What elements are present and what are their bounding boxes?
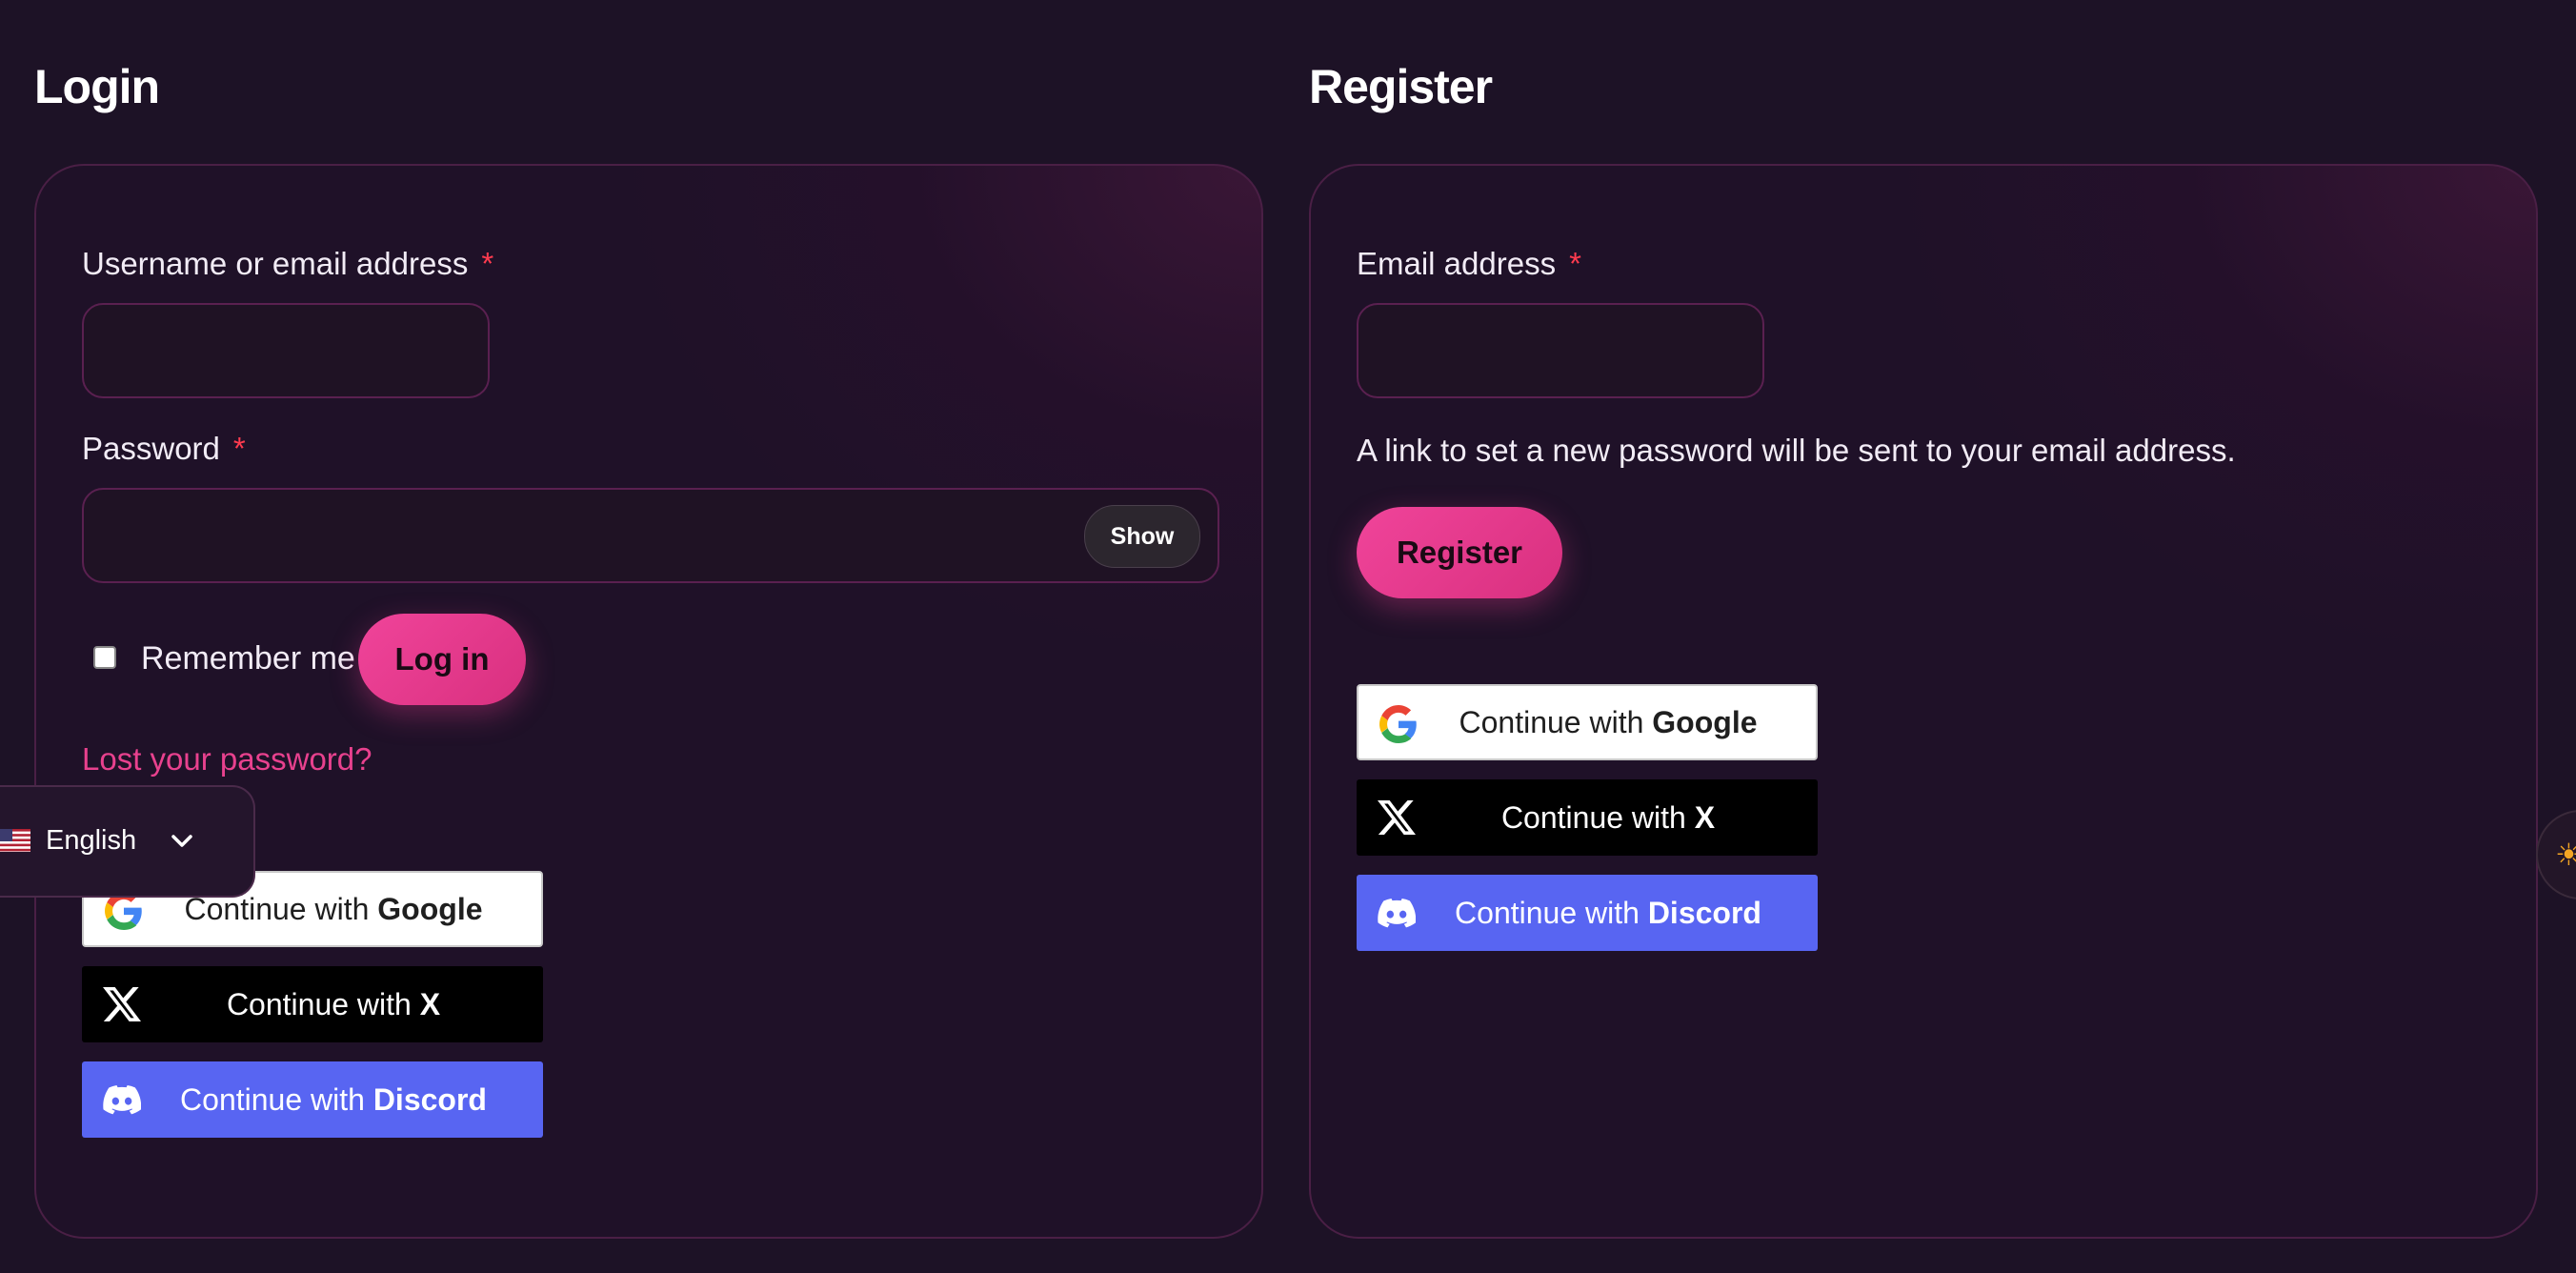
username-label: Username or email address * [82,246,493,282]
discord-button-label: Continue with Discord [1357,896,1818,931]
email-label-text: Email address [1357,246,1557,281]
continue-with-text: Continue with [226,986,412,1021]
lost-password-link[interactable]: Lost your password? [82,741,372,778]
remember-me-label[interactable]: Remember me [141,640,355,677]
language-label: English [46,825,137,856]
register-button[interactable]: Register [1357,507,1562,598]
show-password-button[interactable]: Show [1084,505,1200,568]
login-button[interactable]: Log in [358,614,526,705]
discord-icon [103,1085,141,1115]
username-input[interactable] [82,303,490,398]
x-button-label: Continue with X [1357,800,1818,836]
google-text: Google [1652,704,1758,739]
google-text: Google [377,891,483,926]
discord-text: Discord [372,1081,487,1117]
x-icon [1378,800,1416,835]
continue-with-text: Continue with [1500,799,1686,835]
theme-toggle-button[interactable]: ☀ [2536,810,2576,899]
continue-with-text: Continue with [1459,704,1644,739]
x-register-button[interactable]: Continue with X [1357,779,1818,856]
required-mark: * [481,246,494,281]
username-label-text: Username or email address [82,246,469,281]
discord-login-button[interactable]: Continue with Discord [82,1061,543,1138]
register-heading: Register [1309,60,1493,113]
login-card: Username or email address * Password * Sho… [34,164,1263,1239]
password-label-text: Password [82,431,220,466]
google-button-label: Continue with Google [1358,705,1816,740]
required-mark: * [232,431,246,466]
google-icon [1379,705,1417,743]
x-icon [103,987,141,1021]
login-heading: Login [34,60,160,113]
x-text: X [1694,799,1716,835]
discord-button-label: Continue with Discord [82,1082,543,1118]
password-label: Password * [82,431,246,467]
google-icon [105,892,142,930]
password-info-text: A link to set a new password will be sen… [1357,433,2236,468]
x-button-label: Continue with X [82,987,543,1022]
discord-register-button[interactable]: Continue with Discord [1357,875,1818,951]
password-input[interactable]: Show [82,488,1219,583]
register-card: Email address * A link to set a new passw… [1309,164,2538,1239]
us-flag-icon [0,829,30,852]
language-selector[interactable]: English [0,785,255,898]
discord-icon [1378,899,1416,928]
x-text: X [419,986,441,1021]
remember-me-checkbox[interactable] [93,646,116,669]
email-input[interactable] [1357,303,1764,398]
email-label: Email address * [1357,246,1581,282]
required-mark: * [1569,246,1581,281]
google-register-button[interactable]: Continue with Google [1357,684,1818,760]
discord-text: Discord [1647,895,1761,930]
x-login-button[interactable]: Continue with X [82,966,543,1042]
chevron-down-icon [171,835,192,847]
sun-icon: ☀ [2555,838,2576,872]
continue-with-text: Continue with [1455,895,1640,930]
continue-with-text: Continue with [180,1081,365,1117]
